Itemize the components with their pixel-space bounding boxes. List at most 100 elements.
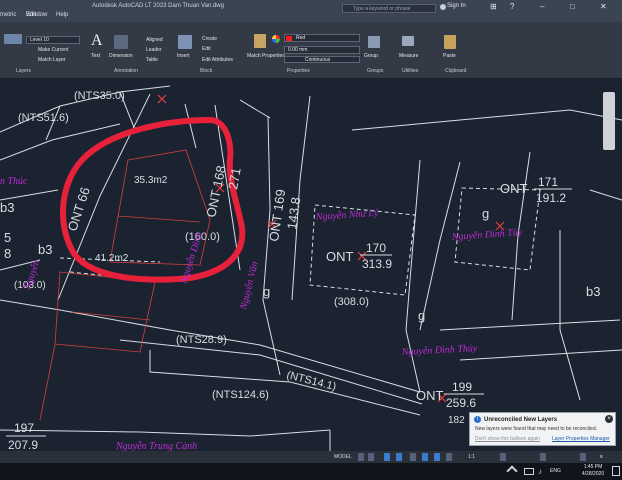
label-b3-left: b3 (0, 200, 14, 215)
panel-label-layers: Layers (16, 68, 32, 74)
workspace-button[interactable] (500, 453, 506, 461)
paste-button[interactable]: Paste (443, 53, 456, 59)
language-indicator[interactable]: ENG (550, 468, 561, 474)
label-199: 199 (452, 380, 472, 394)
label-2596: 259.6 (446, 396, 476, 410)
owner-trung-canh: Nguyễn Trung Cảnh (115, 441, 197, 451)
panel-label-properties: Properties (287, 68, 310, 74)
edit-block-button[interactable]: Edit (202, 46, 211, 52)
match-properties-icon[interactable] (254, 34, 266, 48)
paste-icon[interactable] (444, 35, 456, 49)
label-170: 170 (366, 241, 386, 255)
label-ont171: ONT (500, 181, 528, 196)
color-dropdown[interactable]: Red (284, 34, 360, 42)
panel-label-utilities: Utilities (402, 68, 419, 74)
clock-date: 4/28/2020 (581, 471, 605, 477)
label-182: 182 (448, 415, 465, 426)
insert-block-icon[interactable] (178, 35, 192, 49)
label-ont170: ONT (326, 249, 354, 264)
lineweight-dropdown[interactable]: 0.00 mm (284, 46, 360, 54)
label-area-412: 41.2m2 (95, 253, 129, 264)
fullscreen-button[interactable] (580, 453, 586, 461)
dimension-button[interactable]: Dimension (109, 53, 133, 59)
label-g-ont171: g (482, 206, 489, 221)
taskbar-clock[interactable]: 1:45 PM 4/28/2020 (572, 464, 614, 478)
layer-dropdown[interactable]: Level 10 (26, 36, 80, 44)
notification-balloon[interactable]: i Unreconciled New Layers × New layers w… (469, 412, 616, 446)
polar-toggle[interactable] (396, 453, 402, 461)
label-b3-mid: b3 (38, 242, 52, 257)
label-197: 197 (14, 421, 34, 435)
text-button[interactable]: Text (91, 53, 100, 59)
color-swatch (286, 36, 292, 41)
owner-thuc: n Thúc (0, 176, 28, 187)
edit-attributes-button[interactable]: Edit Attributes (202, 57, 233, 63)
ribbon: Level 10 Make Current Match Layer A Text… (0, 22, 622, 79)
network-icon[interactable] (524, 468, 534, 475)
customization-icon[interactable]: ≡ (600, 453, 603, 461)
match-layer-button[interactable]: Match Layer (38, 57, 66, 63)
aligned-button[interactable]: Aligned (146, 37, 163, 43)
vertical-scrollbar-thumb[interactable] (603, 92, 615, 150)
label-1912: 191.2 (536, 191, 566, 205)
layer-properties-manager-link[interactable]: Layer Properties Manager (552, 436, 610, 442)
label-nts289: (NTS28.9) (176, 334, 227, 346)
label-g-right: g (418, 308, 425, 323)
color-wheel-icon (272, 35, 280, 43)
group-button[interactable]: Group (364, 53, 378, 59)
match-properties-button[interactable]: Match Properties (247, 53, 285, 59)
close-icon[interactable]: × (605, 415, 613, 423)
snap-toggle[interactable] (368, 453, 374, 461)
group-icon[interactable] (368, 36, 380, 48)
lineweight-toggle[interactable] (434, 453, 440, 461)
panel-label-block: Block (200, 68, 213, 74)
isolate-button[interactable] (540, 453, 546, 461)
panel-label-annotation: Annotation (114, 68, 138, 74)
insert-button[interactable]: Insert (177, 53, 190, 59)
label-g-mid: g (263, 284, 270, 299)
transparency-toggle[interactable] (446, 453, 452, 461)
measure-icon[interactable] (402, 36, 414, 46)
label-b3-right: b3 (586, 284, 600, 299)
dont-show-link[interactable]: Don't show this balloon again (475, 436, 540, 442)
menu-item-window[interactable]: Window (26, 12, 47, 18)
grid-toggle[interactable] (358, 453, 364, 461)
sign-in-button[interactable]: Sign In (447, 3, 466, 9)
dimension-icon[interactable] (114, 35, 128, 49)
minimize-icon[interactable]: – (540, 3, 544, 11)
menu-item-help[interactable]: Help (56, 12, 68, 18)
close-icon[interactable]: ✕ (600, 3, 607, 11)
label-nts1246: (NTS124.6) (212, 389, 269, 401)
layer-state-icons[interactable] (4, 34, 22, 44)
app-title: Autodesk AutoCAD LT 2023 Dam Thuan Van.d… (92, 3, 224, 9)
create-block-button[interactable]: Create (202, 36, 217, 42)
osnap-toggle[interactable] (422, 453, 428, 461)
title-bar: Autodesk AutoCAD LT 2023 Dam Thuan Van.d… (0, 0, 622, 22)
drawing-canvas[interactable]: (NTS35.0) (NTS51.6) b3 5 8 b3 ONT 66 35.… (0, 79, 622, 451)
isodraft-toggle[interactable] (410, 453, 416, 461)
model-space-button[interactable]: MODEL (334, 453, 352, 461)
text-tool-icon[interactable]: A (91, 32, 103, 50)
search-input[interactable]: Type a keyword or phrase (342, 4, 436, 13)
cart-icon[interactable]: ⊞ (490, 3, 497, 11)
menu-item-format[interactable]: metric (0, 12, 16, 18)
label-2079: 207.9 (8, 438, 38, 451)
label-area-353: 35.3m2 (134, 175, 168, 186)
linetype-dropdown[interactable]: Continuous (284, 56, 360, 63)
help-icon[interactable]: ? (510, 3, 514, 11)
notification-title: Unreconciled New Layers (484, 417, 558, 423)
status-bar: MODEL 1:1 ≡ (0, 451, 622, 463)
volume-icon[interactable]: ♪ (538, 467, 542, 476)
annotation-scale[interactable]: 1:1 (468, 453, 475, 461)
panel-label-groups: Groups (367, 68, 384, 74)
label-5: 5 (4, 230, 11, 245)
make-current-button[interactable]: Make Current (38, 47, 68, 53)
panel-label-clipboard: Clipboard (445, 68, 467, 74)
table-button[interactable]: Table (146, 57, 158, 63)
show-hidden-icons[interactable] (506, 465, 518, 477)
leader-button[interactable]: Leader (146, 47, 162, 53)
ortho-toggle[interactable] (384, 453, 390, 461)
maximize-icon[interactable]: □ (570, 3, 575, 11)
label-171: 171 (538, 175, 558, 189)
measure-button[interactable]: Measure (399, 53, 418, 59)
